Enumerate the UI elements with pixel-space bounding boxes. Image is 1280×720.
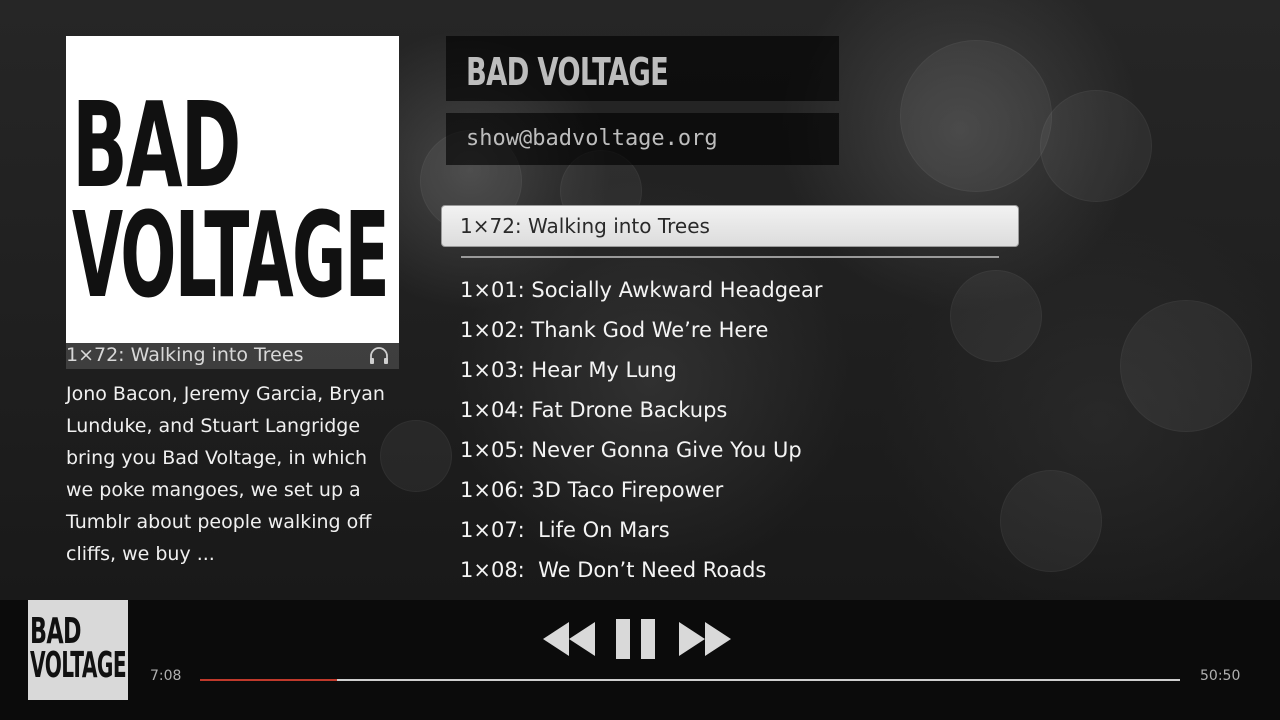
headphones-icon: [369, 347, 389, 365]
playback-controls: [540, 618, 740, 662]
total-duration: 50:50: [1200, 668, 1241, 684]
rewind-button[interactable]: [540, 618, 598, 660]
selected-episode-item[interactable]: 1×72: Walking into Trees: [441, 205, 1019, 247]
elapsed-time: 7:08: [150, 668, 182, 684]
pause-button[interactable]: [615, 618, 657, 660]
episode-list-item[interactable]: 1×08: We Don’t Need Roads: [460, 550, 822, 590]
progress-bar[interactable]: [200, 679, 1180, 681]
episode-list-item[interactable]: 1×01: Socially Awkward Headgear: [460, 270, 822, 310]
podcast-title-box: BAD VOLTAGE: [446, 36, 839, 101]
email-box: show@badvoltage.org: [446, 113, 839, 165]
episode-list-item[interactable]: 1×05: Never Gonna Give You Up: [460, 430, 822, 470]
bokeh-circle: [1120, 300, 1252, 432]
now-playing-title-bar: 1×72: Walking into Trees: [66, 343, 399, 369]
episode-list-item[interactable]: 1×07: Life On Mars: [460, 510, 822, 550]
selected-episode-label: 1×72: Walking into Trees: [460, 214, 710, 238]
episode-list-item[interactable]: 1×03: Hear My Lung: [460, 350, 822, 390]
podcast-email: show@badvoltage.org: [466, 126, 718, 151]
fast-forward-icon: [679, 622, 731, 656]
bokeh-circle: [950, 270, 1042, 362]
podcast-title: BAD VOLTAGE: [466, 50, 669, 94]
bokeh-circle: [1040, 90, 1152, 202]
player-bar: BAD VOLTAGE 7:08 50:50: [0, 600, 1280, 720]
now-playing-title: 1×72: Walking into Trees: [66, 344, 304, 366]
bokeh-circle: [1000, 470, 1102, 572]
podcast-player-screen: BAD VOLTAGE 1×72: Walking into Trees Jon…: [0, 0, 1280, 720]
player-thumbnail: BAD VOLTAGE: [28, 600, 128, 700]
episode-description: Jono Bacon, Jeremy Garcia, Bryan Lunduke…: [66, 383, 385, 565]
album-art: BAD VOLTAGE: [66, 36, 399, 343]
episode-list: 1×01: Socially Awkward Headgear 1×02: Th…: [460, 270, 822, 630]
list-divider: [461, 256, 999, 258]
progress-fill: [200, 679, 338, 681]
episode-list-item[interactable]: 1×04: Fat Drone Backups: [460, 390, 822, 430]
bokeh-circle: [380, 420, 452, 492]
thumbnail-line2: VOLTAGE: [30, 645, 127, 686]
rewind-icon: [543, 622, 595, 656]
bokeh-circle: [900, 40, 1052, 192]
episode-list-item[interactable]: 1×02: Thank God We’re Here: [460, 310, 822, 350]
album-art-line2: VOLTAGE: [72, 186, 390, 324]
episode-list-item[interactable]: 1×06: 3D Taco Firepower: [460, 470, 822, 510]
fast-forward-button[interactable]: [676, 618, 734, 660]
pause-icon: [616, 619, 655, 659]
